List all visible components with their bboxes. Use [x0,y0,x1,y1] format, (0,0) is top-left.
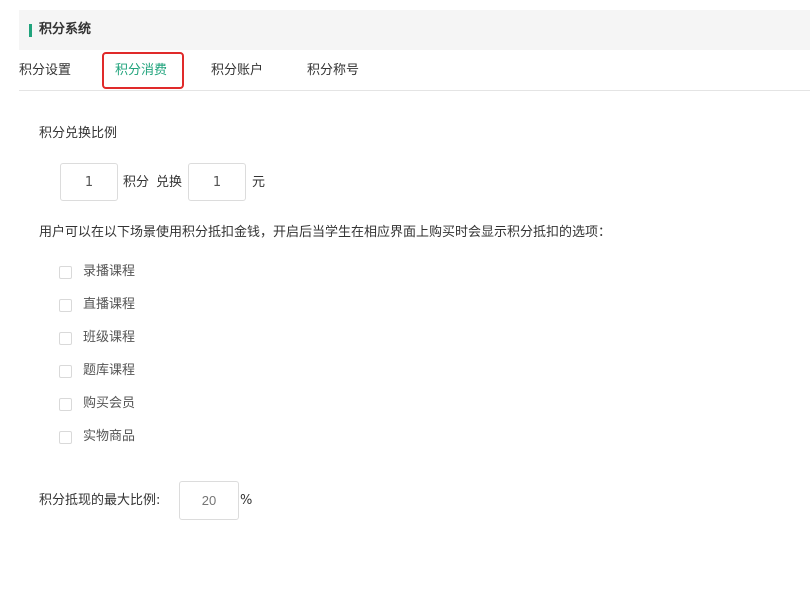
option-label: 班级课程 [83,330,136,345]
max-ratio-label: 积分抵现的最大比例: [39,493,161,508]
option-class-course[interactable]: 班级课程 [59,329,135,347]
points-unit-label: 积分 [123,175,150,190]
active-tab-highlight-box [102,52,184,89]
option-label: 实物商品 [83,429,136,444]
option-live-course[interactable]: 直播课程 [59,296,135,314]
tab-bar: 积分设置 积分消费 积分账户 积分称号 [19,50,810,91]
option-question-bank-course[interactable]: 题库课程 [59,362,135,380]
checkbox[interactable] [59,298,72,312]
usage-description: 用户可以在以下场景使用积分抵扣金钱，开启后当学生在相应界面上购买时会显示积分抵扣… [39,225,612,240]
checkbox[interactable] [59,364,72,378]
option-label: 录播课程 [83,264,136,279]
option-label: 购买会员 [83,396,136,411]
exchange-ratio-label: 积分兑换比例 [39,126,118,141]
tab-points-account[interactable]: 积分账户 [211,62,263,80]
max-ratio-input[interactable] [179,481,239,520]
tab-points-title[interactable]: 积分称号 [307,62,359,80]
option-label: 直播课程 [83,297,136,312]
page-title: 积分系统 [39,22,92,37]
money-unit-label: 元 [252,175,266,190]
option-buy-membership[interactable]: 购买会员 [59,395,135,413]
points-consumption-page: 积分系统 积分设置 积分消费 积分账户 积分称号 积分兑换比例 积分 兑换 元 … [0,0,810,615]
exchange-word-label: 兑换 [156,175,183,190]
checkbox[interactable] [59,265,72,279]
option-label: 题库课程 [83,363,136,378]
percent-unit-label: % [240,493,253,508]
checkbox[interactable] [59,331,72,345]
points-amount-input[interactable] [60,163,118,201]
money-amount-input[interactable] [188,163,246,201]
section-header: 积分系统 [19,10,810,50]
checkbox[interactable] [59,397,72,411]
option-physical-goods[interactable]: 实物商品 [59,428,135,446]
tab-points-settings[interactable]: 积分设置 [19,62,71,80]
checkbox[interactable] [59,430,72,444]
header-accent-bar [29,24,32,37]
option-recorded-course[interactable]: 录播课程 [59,263,135,281]
